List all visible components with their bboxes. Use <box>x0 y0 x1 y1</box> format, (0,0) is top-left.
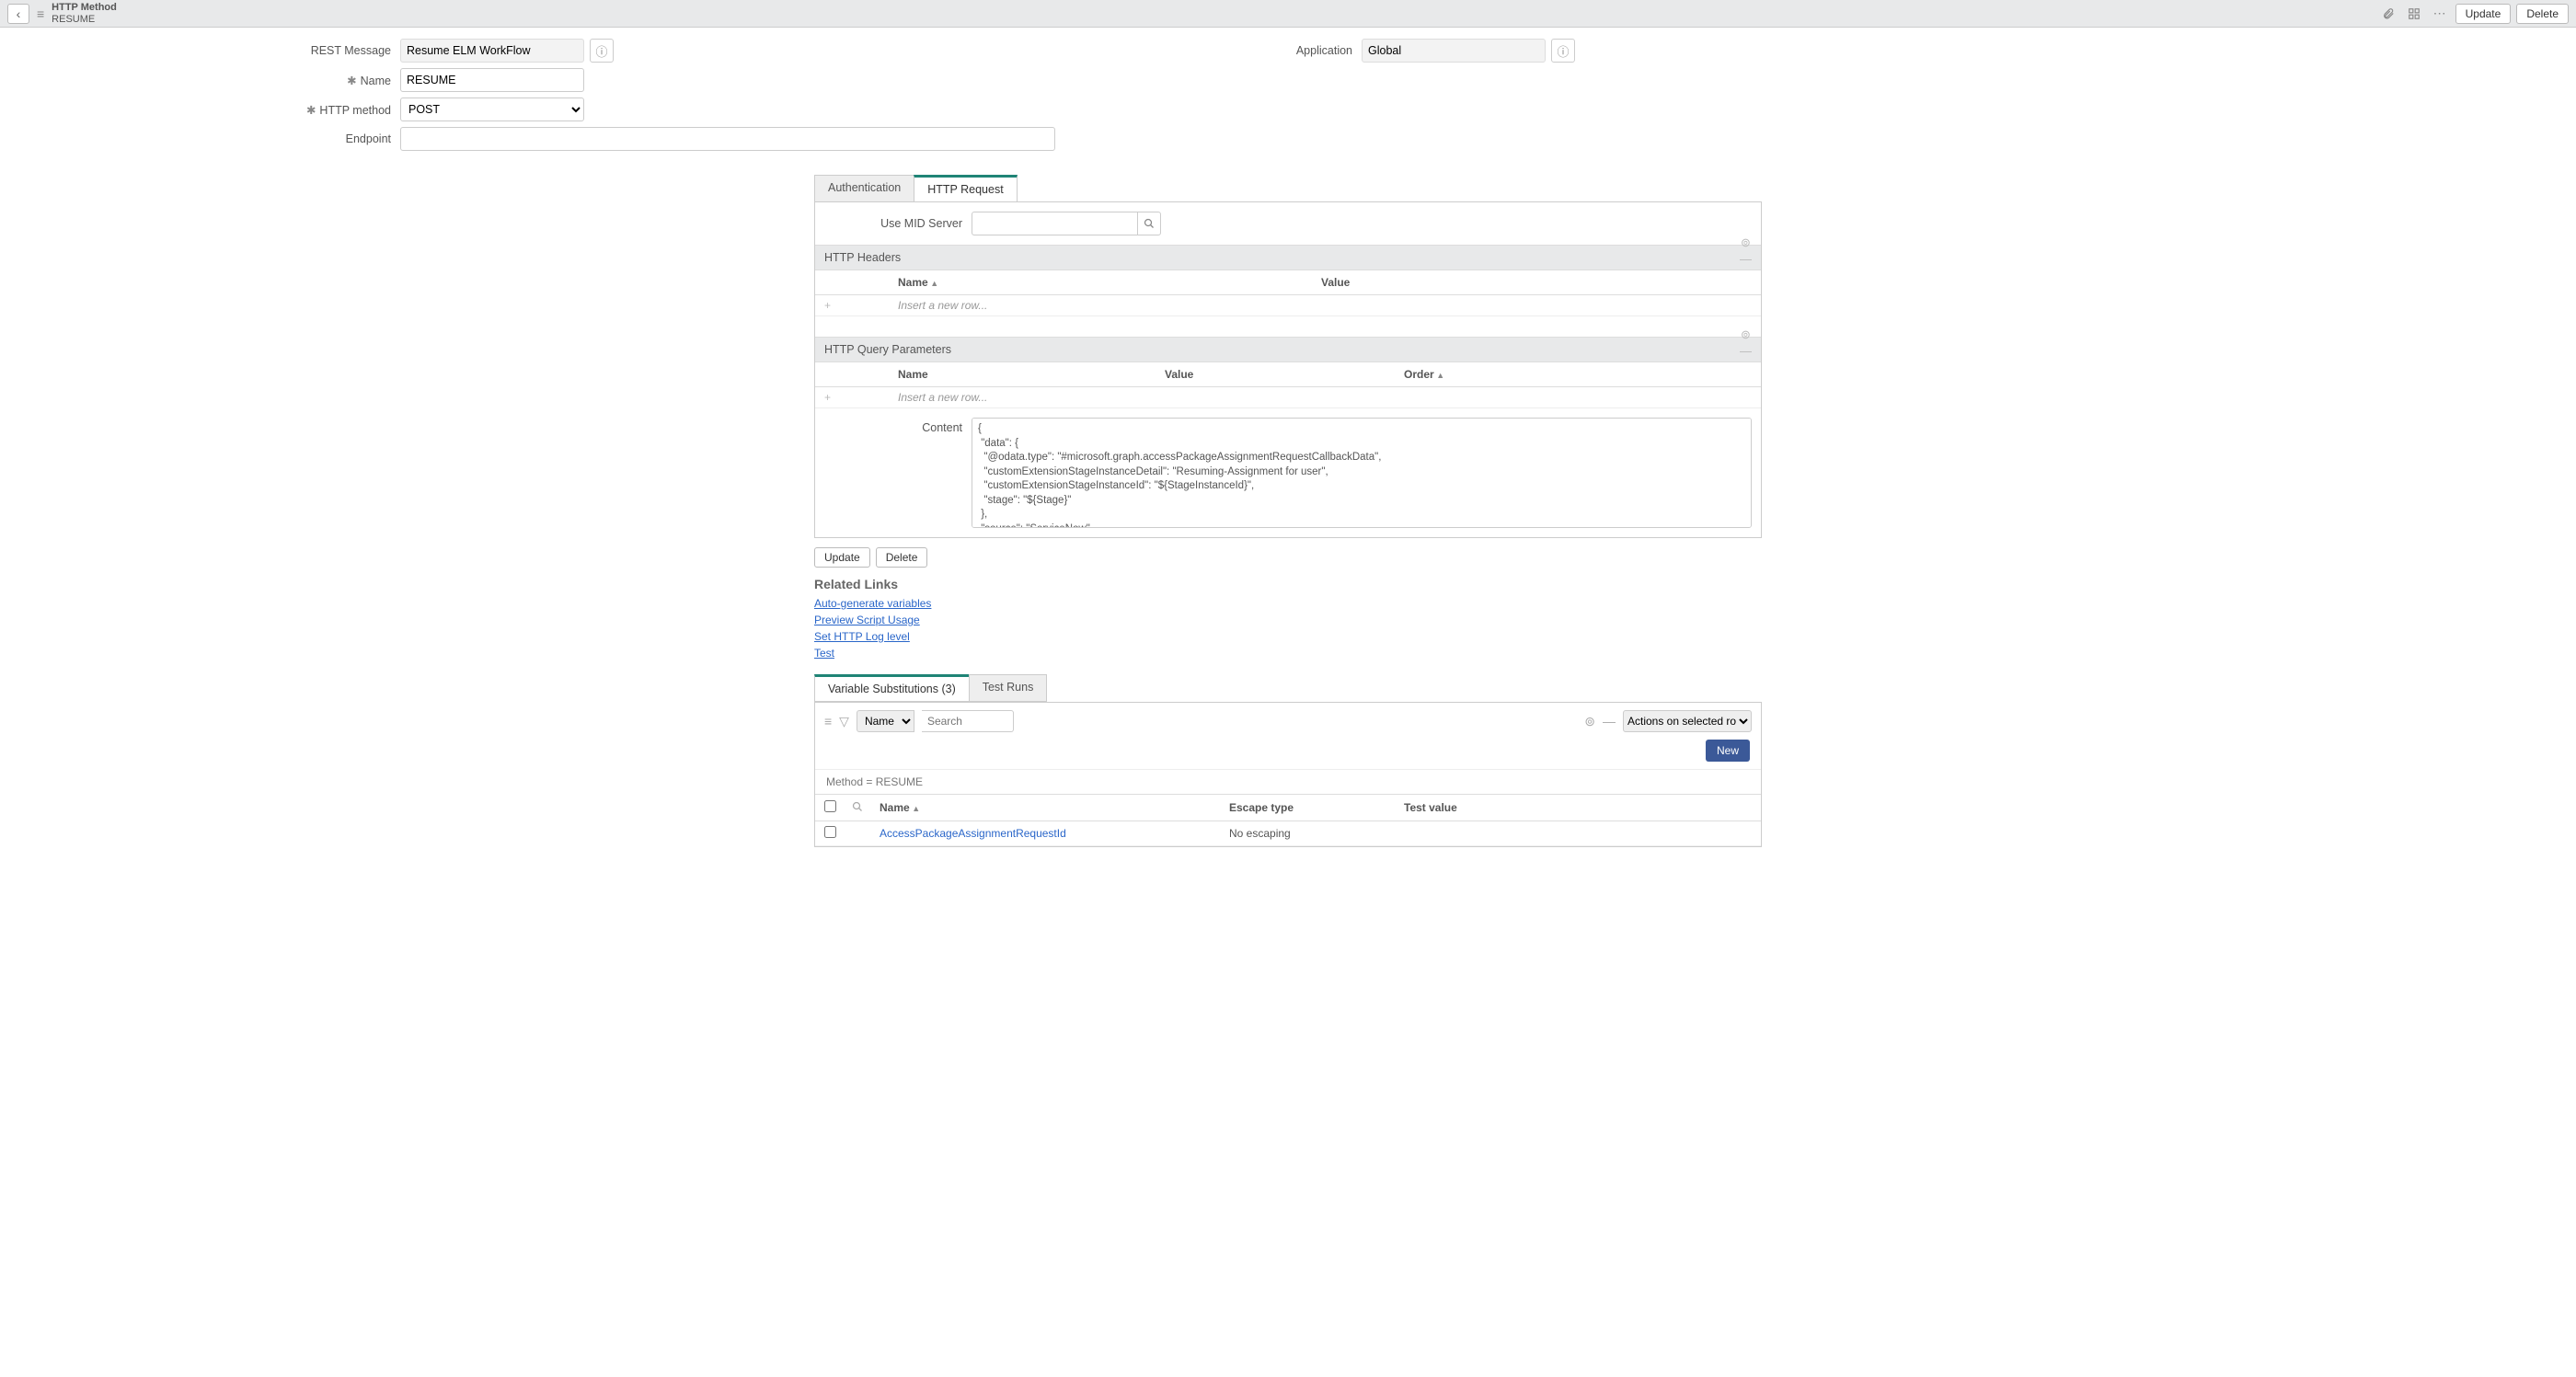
mid-server-label: Use MID Server <box>815 217 972 230</box>
menu-icon[interactable]: ≡ <box>37 6 44 21</box>
tab-variable-substitutions[interactable]: Variable Substitutions (3) <box>814 674 970 702</box>
endpoint-field[interactable] <box>400 127 1055 151</box>
content-textarea[interactable] <box>972 418 1752 528</box>
list-col-escape[interactable]: Escape type <box>1229 801 1404 814</box>
mid-server-field[interactable] <box>972 212 1137 235</box>
http-headers-header: HTTP Headers <box>815 245 1761 270</box>
http-method-label: ✱HTTP method <box>18 103 400 117</box>
plus-icon[interactable]: + <box>824 391 898 404</box>
http-query-header: HTTP Query Parameters <box>815 337 1761 362</box>
link-set-http-log[interactable]: Set HTTP Log level <box>814 628 1762 645</box>
application-field[interactable] <box>1362 39 1546 63</box>
filter-icon[interactable]: ▽ <box>839 714 849 729</box>
page-title: HTTP Method RESUME <box>52 2 117 24</box>
top-bar: ‹ ≡ HTTP Method RESUME ⋯ Update Delete <box>0 0 2576 28</box>
row-escape: No escaping <box>1229 827 1404 840</box>
list-menu-icon[interactable]: ≡ <box>824 714 832 729</box>
name-label: ✱Name <box>18 74 400 87</box>
select-all-checkbox[interactable] <box>824 800 836 812</box>
form-tabs: Authentication HTTP Request <box>814 175 1762 202</box>
back-button[interactable]: ‹ <box>7 4 29 24</box>
link-auto-generate[interactable]: Auto-generate variables <box>814 595 1762 612</box>
application-label: Application <box>1288 44 1362 57</box>
actions-select[interactable]: Actions on selected rows... <box>1623 710 1752 732</box>
link-preview-script[interactable]: Preview Script Usage <box>814 612 1762 628</box>
headers-insert-row[interactable]: + Insert a new row... <box>815 295 1761 316</box>
list-breadcrumb[interactable]: Method = RESUME <box>815 769 1761 794</box>
tab-test-runs[interactable]: Test Runs <box>969 674 1048 702</box>
update-button[interactable]: Update <box>814 547 870 568</box>
filter-search-input[interactable] <box>922 710 1014 732</box>
list-col-test[interactable]: Test value <box>1404 801 1752 814</box>
query-insert-row[interactable]: + Insert a new row... <box>815 387 1761 408</box>
query-col-name[interactable]: Name <box>898 368 1165 381</box>
more-icon[interactable]: ⋯ <box>2430 4 2450 24</box>
list-collapse-icon[interactable]: — <box>1603 714 1616 729</box>
delete-button[interactable]: Delete <box>876 547 928 568</box>
delete-button-top[interactable]: Delete <box>2516 4 2569 24</box>
update-button-top[interactable]: Update <box>2455 4 2512 24</box>
filter-field-select[interactable]: Name <box>857 710 914 732</box>
activity-icon[interactable] <box>2404 4 2424 24</box>
list-row: AccessPackageAssignmentRequestId No esca… <box>815 821 1761 846</box>
related-list-tabs: Variable Substitutions (3) Test Runs <box>814 674 1762 702</box>
name-field[interactable] <box>400 68 584 92</box>
endpoint-label: Endpoint <box>18 132 400 145</box>
query-collapse-icon[interactable]: — <box>1740 344 1752 358</box>
plus-icon[interactable]: + <box>824 299 898 312</box>
rest-message-field[interactable] <box>400 39 584 63</box>
list-col-name[interactable]: Name <box>880 801 1229 814</box>
http-method-select[interactable]: POST <box>400 98 584 121</box>
headers-collapse-icon[interactable]: — <box>1740 252 1752 266</box>
related-links: Related Links Auto-generate variables Pr… <box>814 577 1762 661</box>
http-request-panel: Use MID Server ⊚ — HTTP Headers Name Val… <box>814 202 1762 538</box>
related-links-title: Related Links <box>814 577 1762 591</box>
query-col-value[interactable]: Value <box>1165 368 1404 381</box>
row-name-link[interactable]: AccessPackageAssignmentRequestId <box>880 827 1066 840</box>
attachment-icon[interactable] <box>2378 4 2398 24</box>
query-gear-icon[interactable]: ⊚ <box>1741 327 1751 342</box>
new-button[interactable]: New <box>1706 740 1750 762</box>
row-checkbox[interactable] <box>824 826 836 838</box>
content-label: Content <box>824 418 972 528</box>
list-gear-icon[interactable]: ⊚ <box>1584 714 1595 729</box>
mid-server-search-icon[interactable] <box>1137 212 1161 235</box>
search-icon[interactable] <box>852 801 880 815</box>
rest-message-info-icon[interactable]: ⓘ <box>590 39 614 63</box>
headers-col-name[interactable]: Name <box>898 276 1321 289</box>
link-test[interactable]: Test <box>814 645 1762 661</box>
record-type: HTTP Method <box>52 2 117 13</box>
query-col-order[interactable]: Order <box>1404 368 1588 381</box>
application-info-icon[interactable]: ⓘ <box>1551 39 1575 63</box>
rest-message-label: REST Message <box>18 44 400 57</box>
headers-col-value[interactable]: Value <box>1321 276 1752 289</box>
record-name: RESUME <box>52 14 117 25</box>
variable-substitutions-list: ≡ ▽ Name ⊚ — Actions on selected rows...… <box>814 702 1762 847</box>
headers-gear-icon[interactable]: ⊚ <box>1741 235 1751 250</box>
tab-authentication[interactable]: Authentication <box>814 175 914 201</box>
tab-http-request[interactable]: HTTP Request <box>914 175 1017 201</box>
form-area: REST Message ⓘ ✱Name ✱HTTP method POST E… <box>0 28 2576 156</box>
